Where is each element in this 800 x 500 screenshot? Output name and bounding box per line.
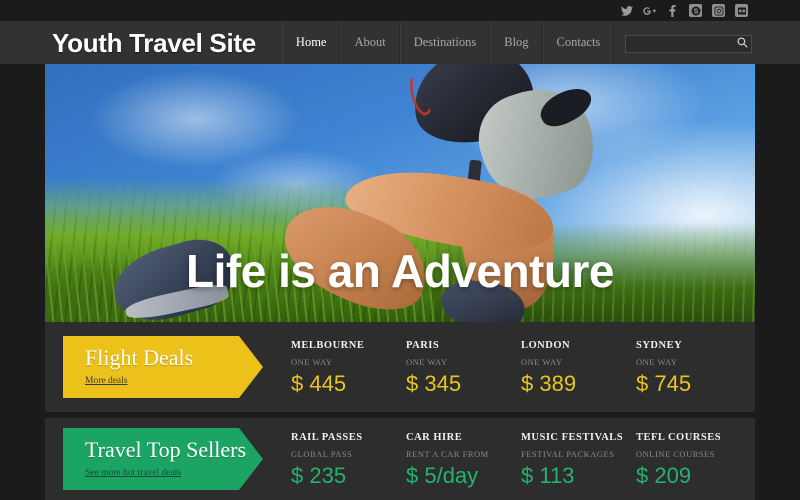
deal-city: MUSIC FESTIVALS: [521, 431, 624, 443]
deal-subtitle: RENT A CAR FROM: [406, 448, 489, 459]
flight-deals-title: Flight Deals: [85, 345, 194, 371]
deal-item[interactable]: SYDNEY ONE WAY $ 745: [636, 340, 751, 395]
main-navigation: Home About Destinations Blog Contacts: [281, 21, 615, 64]
twitter-icon[interactable]: [620, 4, 633, 17]
nav-item-about[interactable]: About: [340, 21, 400, 64]
search-button[interactable]: [735, 36, 749, 50]
hero-banner: Life is an Adventure: [45, 64, 755, 322]
skype-icon[interactable]: [689, 4, 702, 17]
deal-price: $ 345: [406, 370, 462, 396]
deal-price: $ 5/day: [406, 462, 479, 488]
top-sellers-more-link[interactable]: See more hot travel deals: [85, 468, 181, 478]
deal-subtitle: ONLINE COURSES: [636, 448, 716, 459]
nav-item-home[interactable]: Home: [281, 21, 341, 64]
site-logo[interactable]: Youth Travel Site: [52, 30, 256, 56]
deal-price: $ 389: [521, 370, 577, 396]
facebook-icon[interactable]: [666, 4, 679, 17]
top-sellers-list: RAIL PASSES GLOBAL PASS $ 235 CAR HIRE R…: [263, 418, 755, 500]
deal-price: $ 113: [521, 462, 575, 488]
deal-city: PARIS: [406, 339, 440, 351]
deal-item[interactable]: TEFL COURSES ONLINE COURSES $ 209: [636, 432, 751, 487]
google-plus-icon[interactable]: [643, 4, 656, 17]
deal-city: LONDON: [521, 339, 571, 351]
deal-price: $ 745: [636, 370, 692, 396]
deal-city: SYDNEY: [636, 339, 683, 351]
flight-deals-panel: Flight Deals More deals MELBOURNE ONE WA…: [45, 322, 755, 412]
deal-subtitle: ONE WAY: [291, 356, 333, 367]
top-sellers-title: Travel Top Sellers: [85, 437, 247, 463]
deal-subtitle: ONE WAY: [406, 356, 448, 367]
nav-item-blog[interactable]: Blog: [490, 21, 543, 64]
deal-subtitle: ONE WAY: [521, 356, 563, 367]
deal-subtitle: FESTIVAL PACKAGES: [521, 448, 615, 459]
page-root: Youth Travel Site Home About Destination…: [0, 0, 800, 500]
deal-subtitle: GLOBAL PASS: [291, 448, 353, 459]
deal-city: MELBOURNE: [291, 339, 365, 351]
social-bar: [0, 0, 800, 21]
instagram-icon[interactable]: [712, 4, 725, 17]
deal-item[interactable]: LONDON ONE WAY $ 389: [521, 340, 636, 395]
deal-item[interactable]: MUSIC FESTIVALS FESTIVAL PACKAGES $ 113: [521, 432, 636, 487]
top-sellers-panel: Travel Top Sellers See more hot travel d…: [45, 418, 755, 500]
social-links: [620, 4, 748, 17]
deal-city: TEFL COURSES: [636, 431, 722, 443]
deal-price: $ 209: [636, 462, 692, 488]
nav-item-contacts[interactable]: Contacts: [542, 21, 615, 64]
nav-item-destinations[interactable]: Destinations: [399, 21, 491, 64]
deal-price: $ 235: [291, 462, 347, 488]
deal-subtitle: ONE WAY: [636, 356, 678, 367]
deal-item[interactable]: RAIL PASSES GLOBAL PASS $ 235: [291, 432, 406, 487]
flight-deals-tag[interactable]: Flight Deals More deals: [63, 336, 263, 398]
deal-item[interactable]: PARIS ONE WAY $ 345: [406, 340, 521, 395]
deal-item[interactable]: MELBOURNE ONE WAY $ 445: [291, 340, 406, 395]
deal-city: CAR HIRE: [406, 431, 463, 443]
search-input[interactable]: [625, 35, 752, 53]
deal-price: $ 445: [291, 370, 347, 396]
site-header: Youth Travel Site Home About Destination…: [0, 21, 800, 64]
deal-item[interactable]: CAR HIRE RENT A CAR FROM $ 5/day: [406, 432, 521, 487]
top-sellers-tag[interactable]: Travel Top Sellers See more hot travel d…: [63, 428, 263, 490]
flight-deals-list: MELBOURNE ONE WAY $ 445 PARIS ONE WAY $ …: [263, 322, 755, 412]
hero-headline: Life is an Adventure: [186, 245, 614, 297]
flickr-icon[interactable]: [735, 4, 748, 17]
search-box: [625, 34, 752, 53]
deal-city: RAIL PASSES: [291, 431, 363, 443]
flight-deals-more-link[interactable]: More deals: [85, 376, 127, 386]
